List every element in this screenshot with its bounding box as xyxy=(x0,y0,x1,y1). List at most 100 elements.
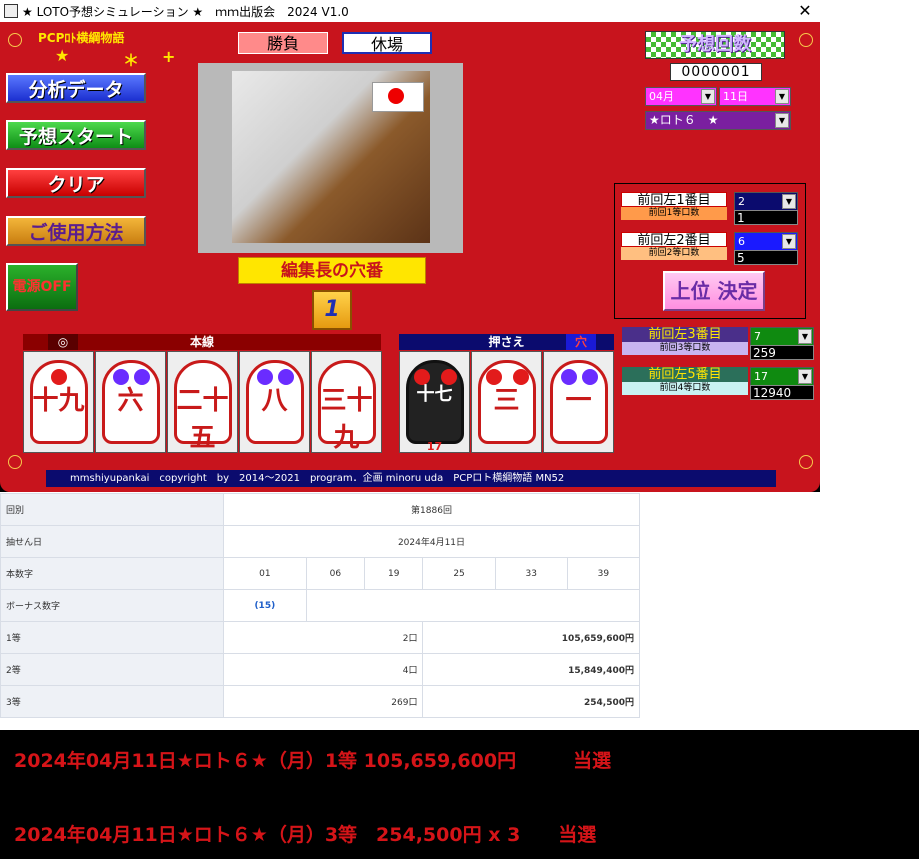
close-icon[interactable]: ✕ xyxy=(790,0,820,22)
copyright-bar: mmshiyupankai copyright by 2014～2021 pro… xyxy=(46,470,776,487)
chevron-down-icon: ▼ xyxy=(782,234,796,249)
bonus-label: ボーナス数字 xyxy=(0,589,224,622)
start-prediction-button[interactable]: 予想スタート xyxy=(6,120,146,150)
prize-amount: 15,849,400円 xyxy=(422,653,640,686)
prev-1-value: 1 xyxy=(734,210,798,225)
decide-top-button[interactable]: 上位 決定 xyxy=(663,271,765,311)
table-row: 本数字 01 06 19 25 33 39 xyxy=(0,557,641,590)
analysis-data-button[interactable]: 分析データ xyxy=(6,73,146,103)
window-titlebar: ★ LOTO予想シミュレーション ★ ｍｍ出版会 2024 V1.0 ✕ xyxy=(0,0,820,23)
tile-value: 三十九 xyxy=(320,386,373,453)
prize-amount: 254,500円 xyxy=(422,685,640,718)
prize-rank: 1等 xyxy=(0,621,224,654)
table-row: 2等 4口 15,849,400円 xyxy=(0,653,640,686)
prize-count: 269口 xyxy=(222,685,424,718)
tile-value: 八 xyxy=(261,386,288,416)
main-numbers-label: 本数字 xyxy=(0,557,224,590)
prize-rank: 2等 xyxy=(0,653,224,686)
day-value: 11日 xyxy=(723,90,748,103)
chevron-down-icon: ▼ xyxy=(782,194,796,209)
round-label: 回別 xyxy=(0,493,224,526)
corner-hole-icon xyxy=(8,33,22,47)
tile-value: 二十五 xyxy=(176,386,229,453)
prev-5-select-value: 17 xyxy=(754,370,768,383)
plus-icon: + xyxy=(162,47,176,66)
chevron-down-icon: ▼ xyxy=(775,89,789,104)
corner-hole-icon xyxy=(8,455,22,469)
day-select[interactable]: 11日 ▼ xyxy=(719,87,791,106)
prev-1-select[interactable]: 2 ▼ xyxy=(734,192,798,211)
table-row: 3等 269口 254,500円 xyxy=(0,685,640,718)
clear-button[interactable]: クリア xyxy=(6,168,146,198)
number-tile: 十九 xyxy=(23,351,94,453)
prize-rank: 3等 xyxy=(0,685,224,718)
prev-3-value: 259 xyxy=(750,345,814,360)
prize-count: 2口 xyxy=(222,621,424,654)
main-number: 25 xyxy=(422,557,496,590)
chevron-down-icon: ▼ xyxy=(798,369,812,384)
game-select[interactable]: ★ロト６ ★ ▼ xyxy=(645,111,791,130)
number-tile: 八 xyxy=(239,351,310,453)
brand-name: PCPﾛﾄ横綱物語 xyxy=(38,31,125,45)
prev-2-title: 前回左2番目 xyxy=(621,232,727,248)
empty-cell xyxy=(305,589,641,622)
win-announcement-1: 2024年04月11日★ロト６★（月）1等 105,659,600円 当選 xyxy=(14,750,612,772)
prediction-count-value: 0000001 xyxy=(670,63,762,81)
prev-2-select[interactable]: 6 ▼ xyxy=(734,232,798,251)
main-number: 06 xyxy=(305,557,366,590)
tile-value: 三 xyxy=(493,386,520,416)
prize-amount: 105,659,600円 xyxy=(422,621,640,654)
number-tile: 六 xyxy=(95,351,166,453)
month-select[interactable]: 04月 ▼ xyxy=(645,87,717,106)
table-row: ボーナス数字 (15) xyxy=(0,589,641,622)
star-icon: ★ xyxy=(55,46,70,65)
app-icon xyxy=(4,4,18,18)
tile-value: 十九 xyxy=(32,386,85,416)
main-number: 33 xyxy=(494,557,568,590)
prev-1-sub: 前回1等口数 xyxy=(621,207,727,220)
main-number: 01 xyxy=(223,557,307,590)
main-number: 39 xyxy=(566,557,641,590)
hole-mark-icon: 穴 xyxy=(566,334,596,350)
tab-rest[interactable]: 休場 xyxy=(342,32,432,54)
prev-5-select[interactable]: 17 ▼ xyxy=(750,367,814,386)
tab-win[interactable]: 勝負 xyxy=(238,32,328,54)
draw-date-value: 2024年4月11日 xyxy=(223,525,640,558)
prev-5-title: 前回左5番目 xyxy=(622,367,748,382)
prev-1-title: 前回左1番目 xyxy=(621,192,727,208)
tile-value: 一 xyxy=(565,386,592,416)
power-off-button[interactable]: 電源OFF xyxy=(6,263,78,311)
chevron-down-icon: ▼ xyxy=(798,329,812,344)
prize-count: 4口 xyxy=(222,653,424,686)
round-value: 第1886回 xyxy=(223,493,640,526)
game-value: ★ロト６ ★ xyxy=(649,113,719,127)
prev-3-select[interactable]: 7 ▼ xyxy=(750,327,814,346)
prev-5-value: 12940 xyxy=(750,385,814,400)
results-table: 回別 第1886回 抽せん日 2024年4月11日 本数字 01 06 19 2… xyxy=(0,493,641,718)
corner-hole-icon xyxy=(799,455,813,469)
table-row: 抽せん日 2024年4月11日 xyxy=(0,525,640,558)
main-number: 19 xyxy=(364,557,424,590)
win-announcement-2: 2024年04月11日★ロト６★（月）3等 254,500円 x 3 当選 xyxy=(14,824,597,846)
number-tile: 三 xyxy=(471,351,542,453)
prev-3-select-value: 7 xyxy=(754,330,761,343)
asterisk-icon: ＊ xyxy=(123,51,140,70)
prev-5-sub: 前回4等口数 xyxy=(622,382,748,395)
tile-value: 十七 xyxy=(416,384,453,405)
number-tile: 一 xyxy=(543,351,614,453)
number-tile: 二十五 xyxy=(167,351,238,453)
number-tile: 十七 17 xyxy=(399,351,470,453)
table-row: 1等 2口 105,659,600円 xyxy=(0,621,640,654)
number-tile: 三十九 xyxy=(311,351,382,453)
prev-2-value: 5 xyxy=(734,250,798,265)
table-row: 回別 第1886回 xyxy=(0,493,640,526)
tile-value: 六 xyxy=(117,386,144,416)
bonus-number: (15) xyxy=(223,589,307,622)
editor-pick-caption: 編集長の穴番 xyxy=(238,257,426,284)
corner-hole-icon xyxy=(799,33,813,47)
prev-1-select-value: 2 xyxy=(738,195,745,208)
usage-button[interactable]: ご使用方法 xyxy=(6,216,146,246)
chevron-down-icon: ▼ xyxy=(701,89,715,104)
window-title: ★ LOTO予想シミュレーション ★ ｍｍ出版会 2024 V1.0 xyxy=(22,5,349,19)
window-margin xyxy=(820,0,919,730)
